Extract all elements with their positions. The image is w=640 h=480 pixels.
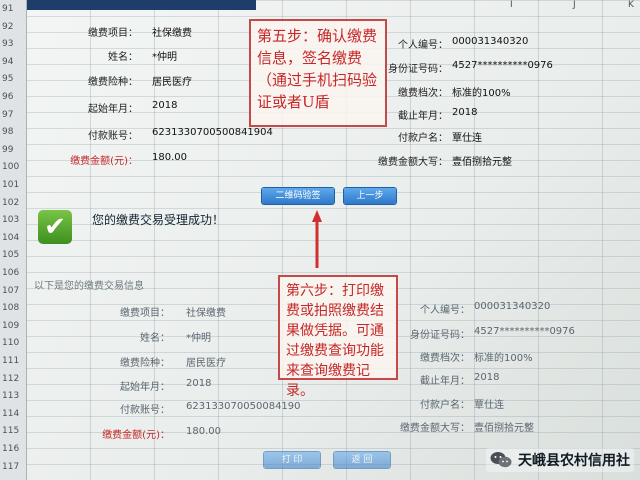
qr-verify-button[interactable]: 二维码验签 [262,188,334,204]
watermark-text: 天峨县农村信用社 [518,453,630,469]
row-number[interactable]: 104 [2,233,24,243]
label-amount-2: 缴费金额(元)： [102,430,170,441]
label-start-month-2: 起始年月： [120,382,170,393]
value-amount: 180.00 [152,152,187,163]
row-number[interactable]: 95 [2,74,24,84]
column-header-k[interactable]: K [628,0,634,12]
label-amount: 缴费金额(元)： [70,156,138,167]
row-number[interactable]: 111 [2,356,24,366]
label-payment-level: 缴费档次： [398,88,448,99]
label-account-number: 付款账号： [88,131,138,142]
value-name-2: *仲明 [186,333,211,344]
value-id-card-2: 4527**********0976 [474,326,575,337]
label-personal-id-2: 个人编号： [420,305,470,316]
label-account-name: 付款户名： [398,133,448,144]
form-title-bar [26,0,256,10]
value-id-card: 4527**********0976 [452,60,553,71]
row-number[interactable]: 109 [2,321,24,331]
value-payment-level: 标准的100% [452,88,511,99]
row-number[interactable]: 103 [2,215,24,225]
value-payment-item-2: 社保缴费 [186,308,226,319]
value-account-number: 6231330700500841904 [152,127,273,138]
value-payment-item: 社保缴费 [152,28,192,39]
value-amount-2: 180.00 [186,426,221,437]
row-number[interactable]: 93 [2,39,24,49]
label-end-month: 截止年月： [398,111,448,122]
row-number[interactable]: 107 [2,286,24,296]
row-number-column: 91 92 93 94 95 96 97 98 99 100 101 102 103 104 105 106 1… [0,0,27,480]
success-check-icon: ✔ [38,210,72,244]
column-header-i[interactable]: I [510,0,513,12]
row-number[interactable]: 97 [2,110,24,120]
row-number[interactable]: 102 [2,198,24,208]
row-number[interactable]: 100 [2,162,24,172]
row-number[interactable]: 98 [2,127,24,137]
row-number[interactable]: 110 [2,338,24,348]
column-header-j[interactable]: J [573,0,576,12]
label-insurance-type: 缴费险种： [88,77,138,88]
wechat-icon [490,452,512,468]
value-start-month: 2018 [152,100,178,111]
section-header: 以下是您的缴费交易信息 [34,281,144,292]
row-number[interactable]: 117 [2,462,24,472]
value-personal-id: 000031340320 [452,36,529,47]
label-payment-item-2: 缴费项目： [120,308,170,319]
label-end-month-2: 截止年月： [420,376,470,387]
row-number[interactable]: 106 [2,268,24,278]
prev-step-button[interactable]: 上一步 [344,188,396,204]
row-number[interactable]: 116 [2,444,24,454]
value-insurance-type: 居民医疗 [152,77,192,88]
value-account-name: 覃仕连 [452,133,482,144]
value-personal-id-2: 000031340320 [474,301,551,312]
value-amount-words: 壹佰捌拾元整 [452,157,512,168]
value-name: *仲明 [152,52,177,63]
success-message: 您的缴费交易受理成功！ [92,213,225,227]
label-payment-level-2: 缴费档次： [420,353,470,364]
row-number[interactable]: 108 [2,303,24,313]
back-button[interactable]: 返 回 [334,452,390,468]
row-number[interactable]: 91 [2,4,24,14]
label-start-month: 起始年月： [88,104,138,115]
label-personal-id: 个人编号： [398,40,448,51]
row-number[interactable]: 101 [2,180,24,190]
label-payment-item: 缴费项目： [88,28,138,39]
label-insurance-type-2: 缴费险种： [120,358,170,369]
value-account-name-2: 覃仕连 [474,400,504,411]
label-amount-words-2: 缴费金额大写： [400,423,470,434]
value-amount-words-2: 壹佰捌拾元整 [474,423,534,434]
label-name-2: 姓名： [140,333,170,344]
value-payment-level-2: 标准的100% [474,353,533,364]
label-account-name-2: 付款户名： [420,400,470,411]
row-number[interactable]: 99 [2,145,24,155]
row-number[interactable]: 113 [2,391,24,401]
value-insurance-type-2: 居民医疗 [186,358,226,369]
value-end-month: 2018 [452,107,478,118]
row-number[interactable]: 115 [2,426,24,436]
row-number[interactable]: 112 [2,374,24,384]
watermark: 天峨县农村信用社 [486,448,634,472]
row-number[interactable]: 96 [2,92,24,102]
label-account-number-2: 付款账号： [120,405,170,416]
print-button[interactable]: 打 印 [264,452,320,468]
step6-annotation: 第六步：打印缴费或拍照缴费结果做凭据。可通过缴费查询功能来查询缴费记录。 [278,275,398,399]
step5-annotation: 第五步：确认缴费信息，签名缴费（通过手机扫码验证或者U盾 [249,19,387,127]
row-number[interactable]: 92 [2,22,24,32]
row-number[interactable]: 94 [2,57,24,67]
red-arrow-icon [312,210,322,268]
value-account-number-2: 623133070050084190 [186,401,301,412]
spreadsheet-background: 91 92 93 94 95 96 97 98 99 100 101 102 103 104 105 106 1… [0,0,640,480]
value-end-month-2: 2018 [474,372,500,383]
row-number[interactable]: 114 [2,409,24,419]
label-name: 姓名： [108,52,138,63]
value-start-month-2: 2018 [186,378,212,389]
row-number[interactable]: 105 [2,250,24,260]
label-amount-words: 缴费金额大写： [378,157,448,168]
